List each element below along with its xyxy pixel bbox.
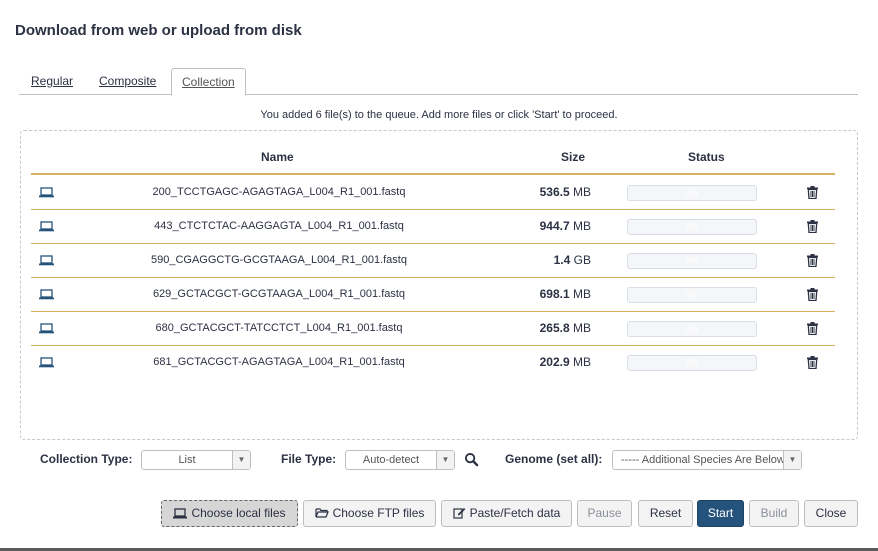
file-size-unit: MB	[573, 219, 591, 233]
queue-message: You added 6 file(s) to the queue. Add mo…	[260, 109, 618, 121]
reset-button[interactable]: Reset	[638, 500, 693, 527]
trash-icon[interactable]	[807, 244, 821, 278]
paste-fetch-button[interactable]: Paste/Fetch data	[441, 500, 572, 527]
upload-status: 0%	[627, 278, 757, 312]
laptop-icon	[39, 176, 55, 210]
laptop-icon	[39, 346, 55, 380]
search-icon[interactable]	[464, 452, 479, 470]
file-size-value: 1.4	[553, 253, 571, 267]
table-row: 443_CTCTCTAC-AAGGAGTA_L004_R1_001.fastq 9…	[31, 210, 835, 244]
chevron-down-icon: ▼	[436, 451, 454, 469]
upload-status: 0%	[627, 346, 757, 380]
file-size: 1.4 GB	[491, 244, 591, 278]
file-size-unit: MB	[573, 355, 591, 369]
edit-icon	[453, 508, 465, 519]
build-button[interactable]: Build	[749, 500, 799, 527]
file-size-value: 265.8	[539, 321, 570, 335]
chevron-down-icon: ▼	[783, 451, 801, 469]
choose-ftp-files-label: Choose FTP files	[332, 506, 425, 520]
header-size: Size	[561, 150, 586, 164]
choose-local-files-button[interactable]: Choose local files	[161, 500, 298, 527]
folder-open-icon	[314, 508, 329, 518]
upload-dialog: Download from web or upload from disk Re…	[0, 0, 878, 548]
file-size-unit: MB	[573, 185, 591, 199]
start-button[interactable]: Start	[697, 500, 744, 527]
close-button[interactable]: Close	[804, 500, 858, 527]
file-type-label: File Type:	[281, 452, 337, 466]
tab-regular[interactable]: Regular	[31, 68, 73, 95]
upload-status: 0%	[627, 312, 757, 346]
file-name: 681_GCTACGCT-AGAGTAGA_L004_R1_001.fastq	[153, 356, 405, 368]
table-row: 680_GCTACGCT-TATCCTCT_L004_R1_001.fastq 2…	[31, 312, 835, 346]
file-type-select[interactable]: Auto-detect ▼	[345, 450, 455, 470]
genome-value: ----- Additional Species Are Below -----	[621, 454, 783, 466]
trash-icon[interactable]	[807, 312, 821, 346]
file-size: 202.9 MB	[491, 346, 591, 380]
progress-bar: 0%	[627, 185, 757, 201]
tab-bar: Regular Composite Collection	[19, 68, 858, 96]
table-row: 590_CGAGGCTG-GCGTAAGA_L004_R1_001.fastq 1…	[31, 244, 835, 278]
header-status: Status	[688, 150, 725, 164]
genome-label: Genome (set all):	[505, 452, 603, 466]
tab-composite[interactable]: Composite	[99, 68, 156, 95]
file-size: 536.5 MB	[491, 176, 591, 210]
file-size-unit: MB	[573, 287, 591, 301]
file-name: 200_TCCTGAGC-AGAGTAGA_L004_R1_001.fastq	[152, 186, 406, 198]
file-name: 680_GCTACGCT-TATCCTCT_L004_R1_001.fastq	[155, 322, 403, 334]
trash-icon[interactable]	[807, 278, 821, 312]
file-size: 265.8 MB	[491, 312, 591, 346]
progress-bar: 0%	[627, 253, 757, 269]
file-name: 590_CGAGGCTG-GCGTAAGA_L004_R1_001.fastq	[151, 254, 407, 266]
file-name: 629_GCTACGCT-GCGTAAGA_L004_R1_001.fastq	[152, 288, 406, 300]
upload-status: 0%	[627, 210, 757, 244]
table-row: 629_GCTACGCT-GCGTAAGA_L004_R1_001.fastq 6…	[31, 278, 835, 312]
tab-collection[interactable]: Collection	[171, 68, 246, 96]
choose-ftp-files-button[interactable]: Choose FTP files	[303, 500, 436, 527]
file-size-value: 202.9	[539, 355, 570, 369]
file-size-value: 698.1	[539, 287, 570, 301]
table-row: 681_GCTACGCT-AGAGTAGA_L004_R1_001.fastq 2…	[31, 346, 835, 380]
progress-bar: 0%	[627, 287, 757, 303]
collection-type-label: Collection Type:	[40, 452, 133, 466]
file-size: 698.1 MB	[491, 278, 591, 312]
dialog-title: Download from web or upload from disk	[15, 22, 302, 39]
file-type-value: Auto-detect	[362, 454, 420, 466]
trash-icon[interactable]	[807, 346, 821, 380]
choose-local-files-label: Choose local files	[191, 506, 286, 520]
upload-status: 0%	[627, 244, 757, 278]
collection-type-select[interactable]: List ▼	[141, 450, 251, 470]
file-size-value: 944.7	[539, 219, 570, 233]
file-name: 443_CTCTCTAC-AAGGAGTA_L004_R1_001.fastq	[154, 220, 404, 232]
laptop-icon	[39, 312, 55, 346]
file-size-unit: MB	[573, 321, 591, 335]
trash-icon[interactable]	[807, 176, 821, 210]
chevron-down-icon: ▼	[232, 451, 250, 469]
file-size-value: 536.5	[539, 185, 570, 199]
laptop-icon	[39, 210, 55, 244]
table-row: 200_TCCTGAGC-AGAGTAGA_L004_R1_001.fastq 5…	[31, 176, 835, 210]
paste-fetch-label: Paste/Fetch data	[469, 506, 561, 520]
genome-select[interactable]: ----- Additional Species Are Below -----…	[612, 450, 802, 470]
pause-button[interactable]: Pause	[577, 500, 632, 527]
table-header: Name Size Status	[31, 148, 835, 175]
laptop-icon	[173, 508, 188, 519]
progress-bar: 0%	[627, 355, 757, 371]
header-name: Name	[261, 150, 294, 164]
trash-icon[interactable]	[807, 210, 821, 244]
laptop-icon	[39, 278, 55, 312]
file-size-unit: GB	[573, 253, 591, 267]
file-size: 944.7 MB	[491, 210, 591, 244]
collection-type-value: List	[178, 454, 196, 466]
laptop-icon	[39, 244, 55, 278]
progress-bar: 0%	[627, 219, 757, 235]
progress-bar: 0%	[627, 321, 757, 337]
upload-status: 0%	[627, 176, 757, 210]
